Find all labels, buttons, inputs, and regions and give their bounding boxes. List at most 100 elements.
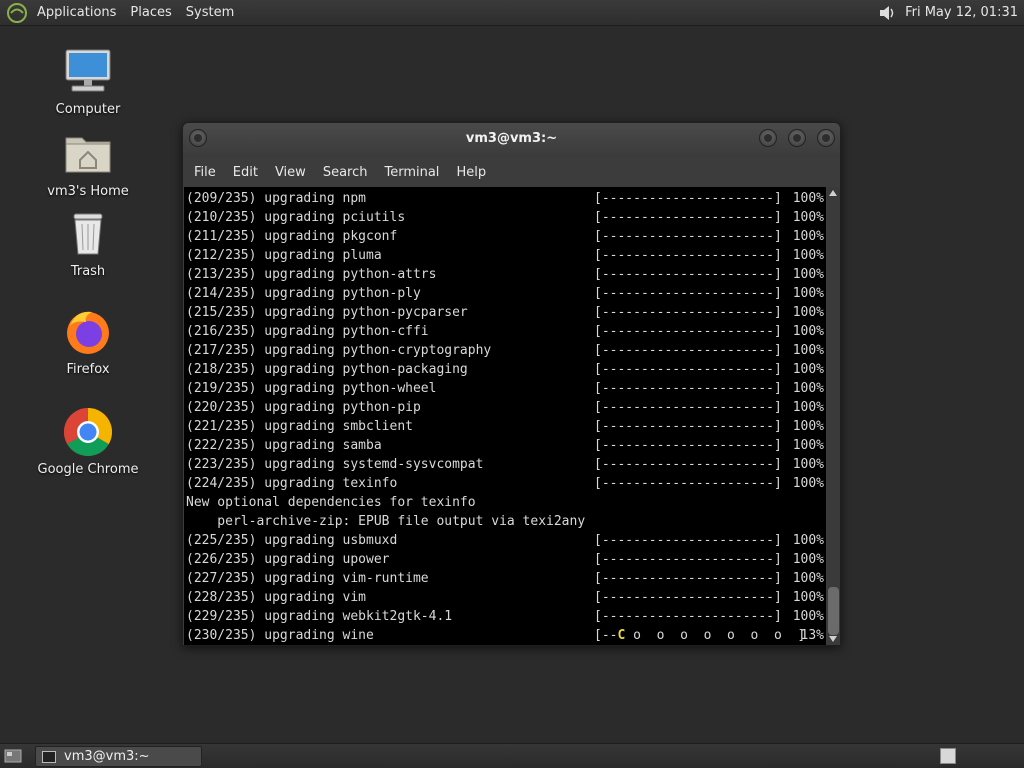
terminal-line: (216/235) upgrading python-cffi [--------…	[184, 322, 826, 341]
chrome-icon	[62, 406, 114, 458]
minimize-button[interactable]	[759, 129, 777, 147]
progress-bar: [----------------------]	[594, 438, 782, 453]
desktop-icon-label: Firefox	[66, 362, 110, 377]
window-titlebar[interactable]: vm3@vm3:~	[183, 123, 840, 157]
progress-percent: 100%	[792, 324, 824, 339]
progress-bar: [----------------------]	[594, 457, 782, 472]
progress-percent: 100%	[792, 248, 824, 263]
progress-bar: [----------------------]	[594, 476, 782, 491]
taskbar-button-terminal[interactable]: vm3@vm3:~	[35, 746, 202, 767]
desktop-icon-label: vm3's Home	[47, 184, 129, 199]
terminal-line-text: (212/235) upgrading pluma	[186, 248, 382, 263]
terminal-line-text: (214/235) upgrading python-ply	[186, 286, 421, 301]
terminal-line: (221/235) upgrading smbclient [----------…	[184, 417, 826, 436]
progress-percent: 100%	[792, 343, 824, 358]
progress-bar: [----------------------]	[594, 571, 782, 586]
menu-search[interactable]: Search	[314, 165, 376, 180]
desktop-icon-label: Google Chrome	[37, 462, 139, 477]
progress-bar: [----------------------]	[594, 362, 782, 377]
progress-bar: [----------------------]	[594, 400, 782, 415]
close-button[interactable]	[817, 129, 835, 147]
menu-view[interactable]: View	[266, 165, 314, 180]
terminal-line-text: (213/235) upgrading python-attrs	[186, 267, 437, 282]
menu-terminal[interactable]: Terminal	[375, 165, 447, 180]
progress-bar: [----------------------]	[594, 267, 782, 282]
terminal-line-text: (224/235) upgrading texinfo	[186, 476, 398, 491]
progress-percent: 100%	[792, 210, 824, 225]
applications-menu[interactable]: Applications	[30, 0, 123, 26]
desktop-icon-chrome[interactable]: Google Chrome	[28, 406, 148, 477]
terminal-output[interactable]: (209/235) upgrading npm [----------------…	[184, 187, 826, 645]
computer-icon	[62, 46, 114, 98]
terminal-line-text: (219/235) upgrading python-wheel	[186, 381, 437, 396]
menu-help[interactable]: Help	[447, 165, 494, 180]
show-desktop-icon[interactable]	[4, 748, 22, 764]
progress-percent: 100%	[792, 191, 824, 206]
terminal-line-text: (220/235) upgrading python-pip	[186, 400, 421, 415]
desktop-icon-firefox[interactable]: Firefox	[28, 306, 148, 377]
window-title: vm3@vm3:~	[465, 131, 558, 146]
terminal-line: (219/235) upgrading python-wheel [-------…	[184, 379, 826, 398]
progress-percent: 100%	[792, 590, 824, 605]
progress-bar: [----------------------]	[594, 552, 782, 567]
progress-percent: 100%	[792, 419, 824, 434]
desktop-icon-label: Computer	[55, 102, 121, 117]
home-folder-icon	[62, 128, 114, 180]
terminal-line-text: (216/235) upgrading python-cffi	[186, 324, 429, 339]
terminal-scrollbar[interactable]	[827, 187, 840, 645]
terminal-line: (226/235) upgrading upower [-------------…	[184, 550, 826, 569]
terminal-line: (230/235) upgrading wine [--C o o o o o o…	[184, 626, 826, 645]
terminal-line: (212/235) upgrading pluma [--------------…	[184, 246, 826, 265]
scroll-up-arrow-icon[interactable]	[829, 190, 837, 196]
volume-icon[interactable]	[877, 3, 897, 23]
progress-percent: 100%	[792, 533, 824, 548]
workspace-switcher[interactable]	[940, 748, 956, 764]
mate-logo-icon[interactable]	[6, 2, 28, 24]
progress-percent: 100%	[792, 609, 824, 624]
scrollbar-thumb[interactable]	[828, 587, 839, 635]
progress-bar: [----------------------]	[594, 191, 782, 206]
progress-bar-dots: o o o o o o o ]	[625, 628, 806, 643]
terminal-line-text: (223/235) upgrading systemd-sysvcompat	[186, 457, 484, 472]
terminal-icon	[42, 750, 56, 763]
terminal-line: (227/235) upgrading vim-runtime [--------…	[184, 569, 826, 588]
terminal-menubar: File Edit View Search Terminal Help	[183, 157, 840, 187]
progress-bar: [----------------------]	[594, 381, 782, 396]
progress-percent: 100%	[792, 476, 824, 491]
progress-bar: [----------------------]	[594, 609, 782, 624]
progress-bar: [----------------------]	[594, 590, 782, 605]
places-menu[interactable]: Places	[123, 0, 178, 26]
menu-edit[interactable]: Edit	[224, 165, 266, 180]
progress-bar: [----------------------]	[594, 343, 782, 358]
terminal-line-text: (221/235) upgrading smbclient	[186, 419, 413, 434]
maximize-button[interactable]	[788, 129, 806, 147]
top-panel: Applications Places System Fri May 12, 0…	[0, 0, 1024, 26]
terminal-line-text: perl-archive-zip: EPUB file output via t…	[186, 514, 586, 529]
clock[interactable]: Fri May 12, 01:31	[897, 5, 1024, 20]
terminal-line: (209/235) upgrading npm [----------------…	[184, 189, 826, 208]
menu-file[interactable]: File	[185, 165, 224, 180]
terminal-line-text: (226/235) upgrading upower	[186, 552, 390, 567]
terminal-line: (218/235) upgrading python-packaging [---…	[184, 360, 826, 379]
terminal-line-text: (228/235) upgrading vim	[186, 590, 367, 605]
progress-percent: 100%	[792, 267, 824, 282]
desktop-icon-computer[interactable]: Computer	[28, 46, 148, 117]
firefox-icon	[62, 306, 114, 358]
desktop-icon-trash[interactable]: Trash	[28, 208, 148, 279]
system-menu[interactable]: System	[179, 0, 241, 26]
scroll-down-arrow-icon[interactable]	[829, 636, 837, 642]
terminal-line-text: (222/235) upgrading samba	[186, 438, 382, 453]
progress-percent: 100%	[792, 362, 824, 377]
progress-percent: 100%	[792, 286, 824, 301]
terminal-line: (228/235) upgrading vim [----------------…	[184, 588, 826, 607]
progress-bar: [----------------------]	[594, 210, 782, 225]
terminal-line-text: (217/235) upgrading python-cryptography	[186, 343, 492, 358]
terminal-line-text: (215/235) upgrading python-pycparser	[186, 305, 468, 320]
progress-bar: [--C o o o o o o o ]	[594, 626, 805, 645]
desktop-icon-home[interactable]: vm3's Home	[28, 128, 148, 199]
terminal-line: (217/235) upgrading python-cryptography […	[184, 341, 826, 360]
terminal-line: (229/235) upgrading webkit2gtk-4.1 [-----…	[184, 607, 826, 626]
progress-bar: [----------------------]	[594, 248, 782, 263]
terminal-window[interactable]: vm3@vm3:~ File Edit View Search Terminal…	[182, 122, 841, 646]
terminal-line: (220/235) upgrading python-pip [---------…	[184, 398, 826, 417]
